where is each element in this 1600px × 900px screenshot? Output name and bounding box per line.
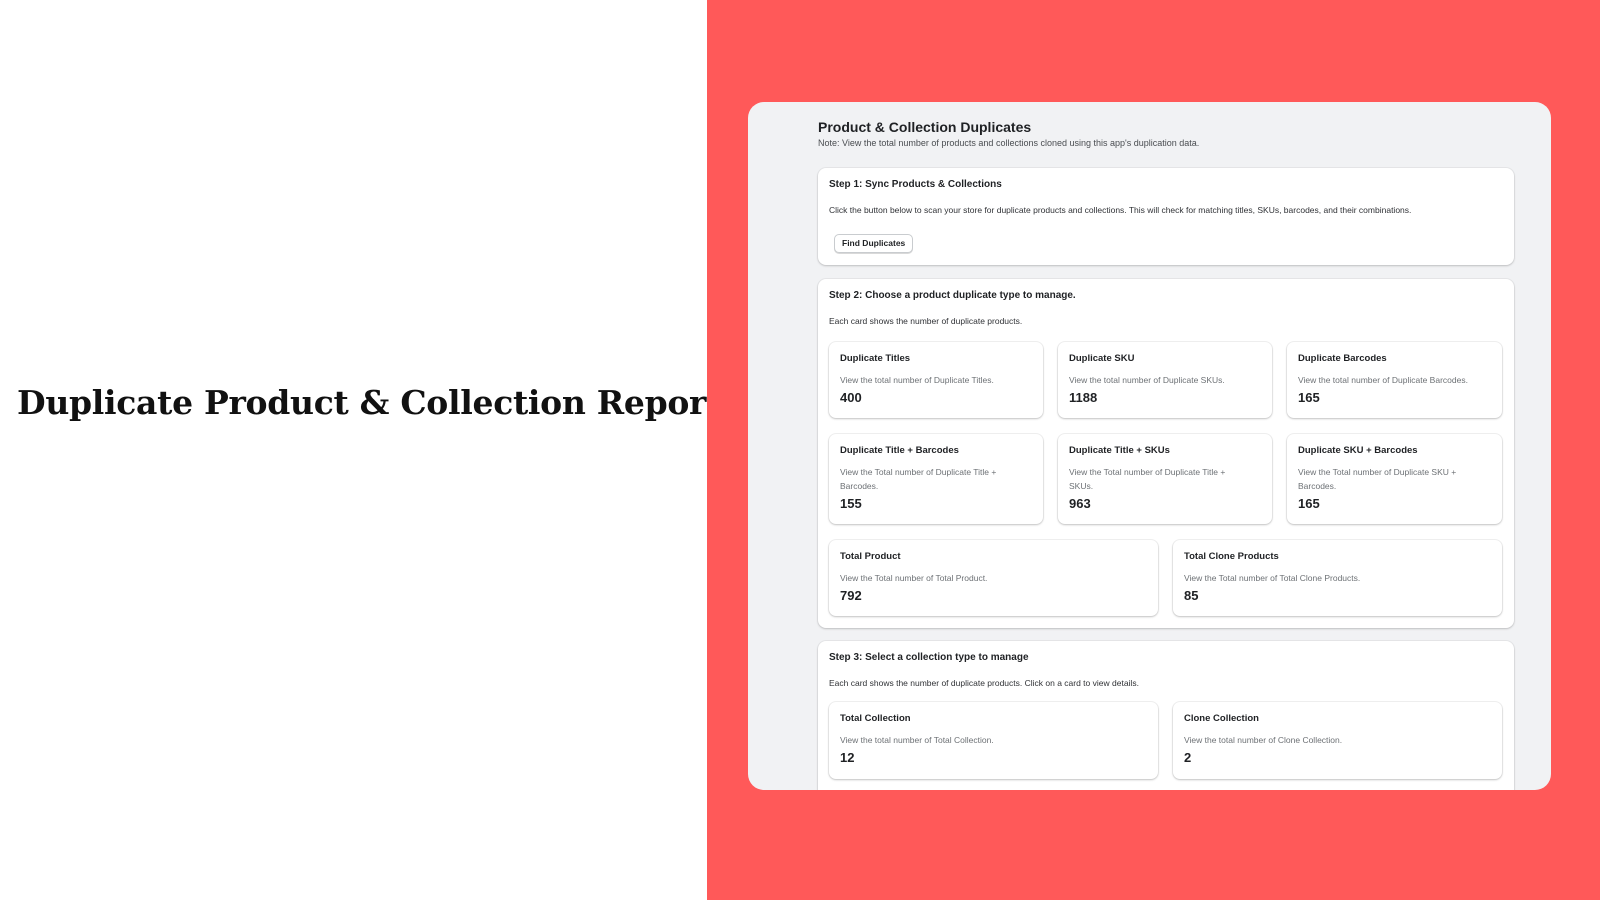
card-value: 165 xyxy=(1298,390,1320,405)
card-value: 2 xyxy=(1184,750,1192,765)
card-description: View the total number of Clone Collectio… xyxy=(1184,735,1343,745)
step3-section: Step 3: Select a collection type to mana… xyxy=(818,641,1514,790)
card-duplicate-sku[interactable]: Duplicate SKU View the total number of D… xyxy=(1058,342,1272,418)
card-value: 165 xyxy=(1298,496,1320,511)
card-description: View the Total number of Duplicate Title… xyxy=(840,467,997,491)
card-clone-collection[interactable]: Clone Collection View the total number o… xyxy=(1173,702,1502,779)
card-title: Duplicate SKU + Barcodes xyxy=(1298,445,1418,456)
card-value: 1188 xyxy=(1069,390,1098,405)
step1-description: Click the button below to scan your stor… xyxy=(829,205,1412,215)
card-title: Duplicate Titles xyxy=(840,353,911,364)
card-total-collection[interactable]: Total Collection View the total number o… xyxy=(829,702,1158,779)
step2-title: Step 2: Choose a product duplicate type … xyxy=(829,290,1076,301)
left-panel: Duplicate Product & Collection Reports xyxy=(0,0,740,900)
card-title: Duplicate Title + SKUs xyxy=(1069,445,1170,456)
card-title: Total Collection xyxy=(840,713,911,724)
card-description: View the Total number of Duplicate SKU +… xyxy=(1298,467,1457,491)
card-title: Total Product xyxy=(840,551,901,562)
step2-description: Each card shows the number of duplicate … xyxy=(829,316,1023,326)
card-duplicate-sku-barcodes[interactable]: Duplicate SKU + Barcodes View the Total … xyxy=(1287,434,1502,524)
card-value: 85 xyxy=(1184,588,1199,603)
step1-section: Step 1: Sync Products & Collections Clic… xyxy=(818,168,1514,265)
app-window: Product & Collection Duplicates Note: Vi… xyxy=(748,102,1551,790)
card-duplicate-barcodes[interactable]: Duplicate Barcodes View the total number… xyxy=(1287,342,1502,418)
card-description: View the total number of Duplicate Barco… xyxy=(1298,375,1468,385)
card-title: Duplicate Barcodes xyxy=(1298,353,1387,364)
card-value: 400 xyxy=(840,390,862,405)
card-description: View the Total number of Total Clone Pro… xyxy=(1184,573,1361,583)
card-description: View the total number of Duplicate SKUs. xyxy=(1069,375,1225,385)
card-value: 12 xyxy=(840,750,855,765)
card-total-product[interactable]: Total Product View the Total number of T… xyxy=(829,540,1158,616)
card-description: View the Total number of Duplicate Title… xyxy=(1069,467,1226,491)
card-duplicate-title-barcodes[interactable]: Duplicate Title + Barcodes View the Tota… xyxy=(829,434,1043,524)
card-description: View the total number of Total Collectio… xyxy=(840,735,994,745)
card-total-clone-products[interactable]: Total Clone Products View the Total numb… xyxy=(1173,540,1502,616)
card-value: 155 xyxy=(840,496,862,511)
card-title: Clone Collection xyxy=(1184,713,1259,724)
step1-title: Step 1: Sync Products & Collections xyxy=(829,179,1002,190)
headline: Duplicate Product & Collection Reports xyxy=(17,383,740,422)
step2-section: Step 2: Choose a product duplicate type … xyxy=(818,279,1514,628)
page-note: Note: View the total number of products … xyxy=(818,138,1200,148)
card-value: 792 xyxy=(840,588,862,603)
card-value: 963 xyxy=(1069,496,1091,511)
card-title: Duplicate Title + Barcodes xyxy=(840,445,959,456)
card-title: Duplicate SKU xyxy=(1069,353,1135,364)
find-duplicates-button[interactable]: Find Duplicates xyxy=(834,234,914,253)
card-duplicate-title-skus[interactable]: Duplicate Title + SKUs View the Total nu… xyxy=(1058,434,1272,524)
card-duplicate-titles[interactable]: Duplicate Titles View the total number o… xyxy=(829,342,1043,418)
page-title: Product & Collection Duplicates xyxy=(818,119,1032,135)
step3-description: Each card shows the number of duplicate … xyxy=(829,678,1139,688)
step3-title: Step 3: Select a collection type to mana… xyxy=(829,652,1029,663)
card-description: View the Total number of Total Product. xyxy=(840,573,988,583)
card-title: Total Clone Products xyxy=(1184,551,1279,562)
card-description: View the total number of Duplicate Title… xyxy=(840,375,994,385)
